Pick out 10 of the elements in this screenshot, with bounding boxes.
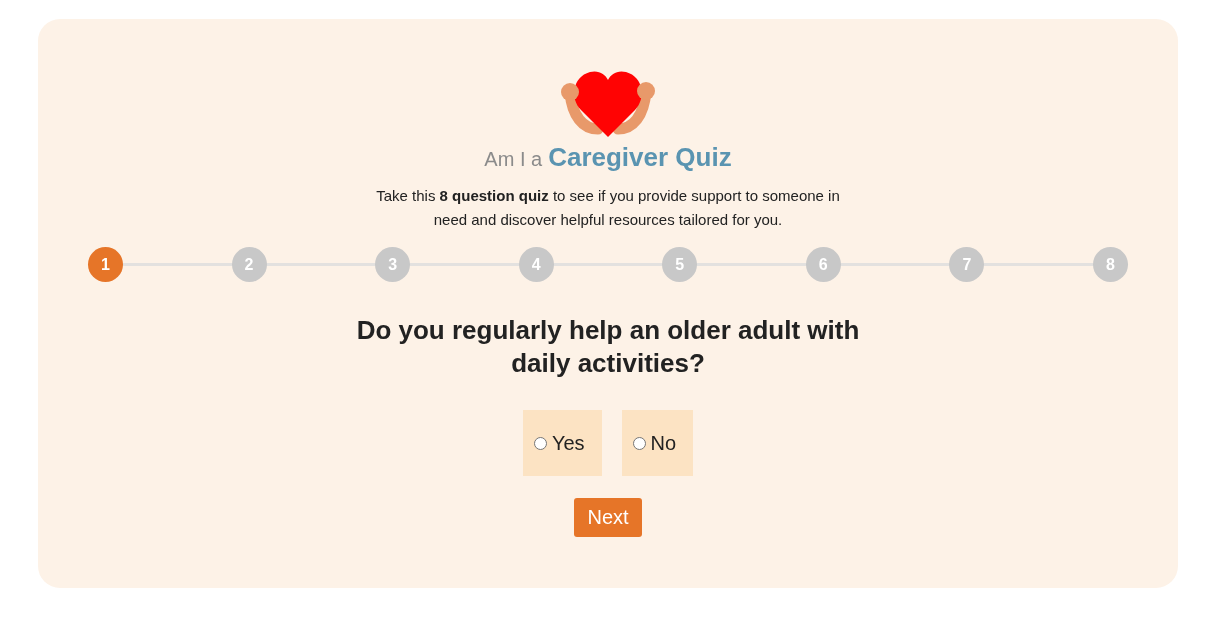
answer-option[interactable]: No [621,410,694,476]
quiz-description: Take this 8 question quiz to see if you provide support to someone in need and discover helpful resources tailored for you. [375,186,841,230]
answer-option[interactable]: Yes [522,410,602,476]
question-text: Do you regularly help an older adult with daily activities? [355,314,861,380]
quiz-title: Caregiver Quiz [548,142,732,172]
radio-button[interactable] [533,436,547,450]
radio-button[interactable] [632,436,646,450]
step-indicator: 1 [88,247,123,282]
title-prefix: Am I a [484,147,543,172]
heart-in-hands-icon [561,70,655,137]
